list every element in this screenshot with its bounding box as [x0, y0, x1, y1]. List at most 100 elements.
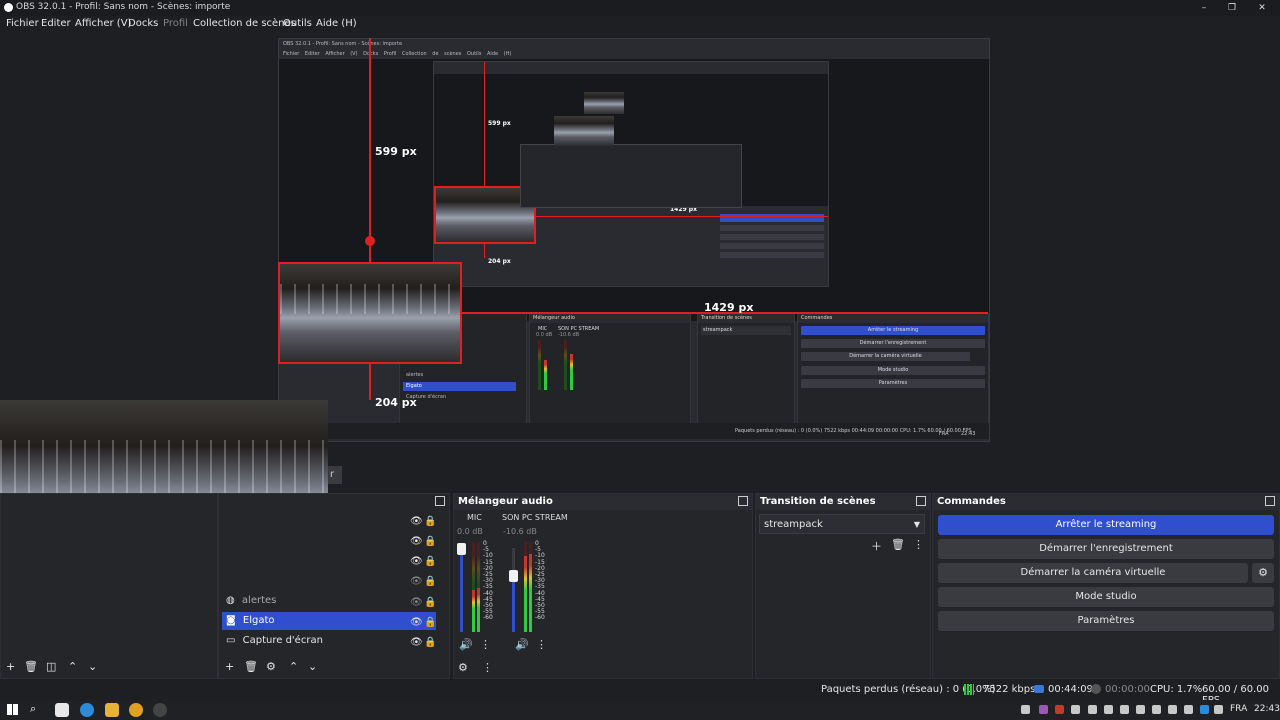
source-up-icon[interactable]: ⌃ [289, 660, 298, 673]
menu-docks[interactable]: Docks [128, 18, 158, 29]
studio-mode-button[interactable]: Mode studio [938, 587, 1274, 607]
source-item-elgato[interactable]: ◙ Elgato [222, 612, 436, 630]
menu-scene-collection[interactable]: Collection de scènes [193, 18, 296, 29]
pc-fader-knob[interactable] [509, 570, 518, 582]
source-down-icon[interactable]: ⌄ [308, 660, 317, 673]
tray-app7-icon[interactable] [1152, 705, 1161, 714]
lock-icon-row4[interactable]: 🔒 [424, 573, 436, 587]
add-source-icon[interactable]: + [225, 660, 234, 673]
tray-app10-icon[interactable] [1214, 705, 1223, 714]
edge-icon[interactable] [80, 703, 94, 717]
pc-volume-icon[interactable]: 🔊 [515, 638, 529, 651]
nested-status-bar: Paquets perdus (réseau) : 0 (0.0%) 7522 … [279, 423, 989, 439]
eye-icon-elgato[interactable]: 👁 [410, 614, 423, 628]
settings-button[interactable]: Paramètres [938, 611, 1274, 631]
close-button[interactable]: ✕ [1248, 0, 1276, 16]
nested-source-alertes: alertes [406, 372, 424, 378]
start-recording-button[interactable]: Démarrer l'enregistrement [938, 539, 1274, 559]
tray-clock[interactable]: 22:43 [1254, 704, 1280, 714]
start-virtualcam-button[interactable]: Démarrer la caméra virtuelle [938, 563, 1248, 583]
menu-file[interactable]: Fichier [6, 18, 39, 29]
nested-level2-button-a [720, 225, 824, 231]
menu-view[interactable]: Afficher (V) [75, 18, 131, 29]
tray-app5-icon[interactable] [1104, 705, 1113, 714]
nested-tray-time: 22:43 [961, 431, 976, 437]
webcam-source-selected[interactable] [278, 262, 462, 364]
scene-up-icon[interactable]: ⌃ [68, 660, 77, 673]
source-item-capture[interactable]: ▭ Capture d'écran [222, 632, 436, 650]
search-icon[interactable]: ⌕ [30, 702, 36, 716]
pc-menu-icon[interactable]: ⋮ [536, 638, 547, 651]
tray-language[interactable]: FRA [1230, 704, 1247, 714]
meter-scale-tick: -60 [535, 614, 545, 622]
tray-app8-icon[interactable] [1168, 705, 1177, 714]
nested-tray-lang: FRA [939, 431, 949, 437]
commands-float-icon[interactable]: ⧉ [1265, 496, 1275, 506]
task-view-icon[interactable] [55, 703, 69, 717]
add-transition-icon[interactable]: ＋ [871, 538, 882, 554]
mixer-menu-icon[interactable]: ⋮ [482, 661, 493, 674]
nested-menu: Fichier Editer Afficher (V) Docks Profil… [283, 51, 512, 57]
virtualcam-settings-icon[interactable]: ⚙ [1252, 563, 1274, 583]
remove-transition-icon[interactable]: 🗑 [891, 538, 905, 551]
tray-app3-icon[interactable] [1071, 705, 1080, 714]
mic-menu-icon[interactable]: ⋮ [480, 638, 491, 651]
maximize-button[interactable]: ❐ [1218, 0, 1246, 16]
lock-icon-capture[interactable]: 🔒 [424, 634, 436, 648]
sources-float-icon[interactable]: ⧉ [435, 496, 445, 506]
menu-help[interactable]: Aide (H) [316, 18, 357, 29]
eye-hidden-icon-row4[interactable]: 👁 [410, 573, 423, 587]
tray-app6-icon[interactable] [1136, 705, 1145, 714]
nested-source-elgato: Elgato [403, 382, 516, 391]
scene-down-icon[interactable]: ⌄ [88, 660, 97, 673]
tray-nvidia-icon[interactable] [1021, 705, 1030, 714]
lock-icon-alertes[interactable]: 🔒 [424, 594, 436, 608]
mic-scale: 0 -5 -10 -15 -20 -25 -30 -35 -40 -45 -50 -55 -60 [483, 540, 493, 622]
lock-icon-row3[interactable]: 🔒 [424, 553, 436, 567]
remove-source-icon[interactable]: 🗑 [244, 660, 258, 673]
nested-screen-capture: OBS 32.0.1 - Profil: Sans nom - Scènes: … [278, 38, 990, 442]
mixer-float-icon[interactable]: ⧉ [738, 496, 748, 506]
transition-select[interactable]: streampack ▼ [759, 514, 925, 534]
mic-volume-icon[interactable]: 🔊 [459, 638, 473, 651]
eye-icon-row3[interactable]: 👁 [410, 553, 423, 567]
commands-title: Commandes [933, 494, 1279, 510]
mic-fader-knob[interactable] [457, 543, 466, 555]
add-scene-icon[interactable]: + [6, 660, 15, 673]
windows-start-icon[interactable] [7, 704, 18, 715]
partial-button[interactable]: r [328, 466, 342, 484]
chrome-icon[interactable] [129, 703, 143, 717]
mixer-channel-mic-db: 0.0 dB [457, 527, 483, 536]
bluetooth-icon[interactable] [1200, 705, 1209, 714]
mixer-settings-icon[interactable]: ⚙ [458, 661, 468, 674]
tray-app4-icon[interactable] [1088, 705, 1097, 714]
source-item-alertes[interactable]: ◍ alertes [222, 592, 436, 610]
eye-icon-capture[interactable]: 👁 [410, 634, 423, 648]
transition-menu-icon[interactable]: ⋮ [913, 538, 924, 551]
obs-taskbar-icon[interactable] [153, 703, 167, 717]
menu-edit[interactable]: Editer [41, 18, 71, 29]
stop-streaming-button[interactable]: Arrêter le streaming [938, 515, 1274, 535]
filter-scene-icon[interactable]: ◫ [46, 660, 56, 673]
minimize-button[interactable]: – [1190, 0, 1218, 16]
eye-icon-row1[interactable]: 👁 [410, 513, 423, 527]
remove-scene-icon[interactable]: 🗑 [24, 660, 38, 673]
nested-level4-capture [554, 116, 614, 146]
nested-mixer-dock: Mélangeur audio MIC SON PC STREAM 0.0 dB… [529, 313, 691, 425]
menu-profile[interactable]: Profil [163, 18, 188, 29]
transitions-title: Transition de scènes [756, 494, 930, 510]
lock-icon-row2[interactable]: 🔒 [424, 533, 436, 547]
tray-app9-icon[interactable] [1184, 705, 1193, 714]
measure-handle-top[interactable] [365, 236, 375, 246]
menu-tools[interactable]: Outils [283, 18, 312, 29]
source-properties-icon[interactable]: ⚙ [266, 660, 276, 673]
eye-icon-row2[interactable]: 👁 [410, 533, 423, 547]
tray-app-icon[interactable] [1039, 705, 1048, 714]
lock-icon-elgato[interactable]: 🔒 [424, 614, 436, 628]
microphone-icon[interactable] [1120, 705, 1129, 714]
tray-app2-icon[interactable] [1055, 705, 1064, 714]
eye-hidden-icon-alertes[interactable]: 👁 [410, 594, 423, 608]
lock-icon-row1[interactable]: 🔒 [424, 513, 436, 527]
transitions-float-icon[interactable]: ⧉ [916, 496, 926, 506]
file-explorer-icon[interactable] [105, 703, 119, 717]
